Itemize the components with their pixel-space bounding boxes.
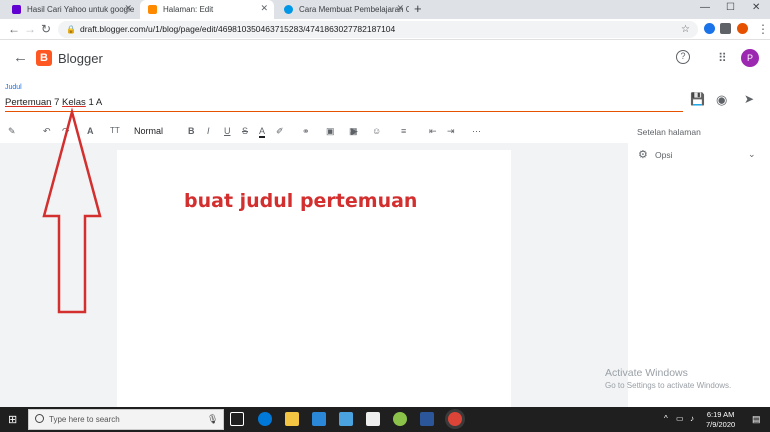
microphone-icon[interactable]: 🎙	[207, 414, 218, 425]
network-icon[interactable]: ▭	[676, 414, 684, 423]
app-icon[interactable]	[339, 412, 353, 426]
volume-icon[interactable]: ♪	[690, 414, 694, 423]
notification-icon[interactable]: ▤	[752, 414, 761, 425]
taskbar-search[interactable]: Type here to search 🎙	[28, 409, 224, 430]
gear-icon: ⚙	[638, 149, 648, 161]
task-view-icon[interactable]	[230, 412, 244, 426]
clock-time: 6:19 AM	[706, 410, 735, 419]
word-icon[interactable]	[420, 412, 434, 426]
app-icon[interactable]	[393, 412, 407, 426]
chrome-icon[interactable]	[448, 412, 462, 426]
panel-title: Setelan halaman	[637, 127, 701, 137]
system-clock[interactable]: 6:19 AM 7/9/2020	[706, 410, 735, 430]
search-placeholder: Type here to search	[49, 415, 120, 424]
watermark-title: Activate Windows	[605, 367, 688, 379]
options-toggle[interactable]: Opsi	[655, 150, 672, 160]
search-icon	[35, 414, 44, 423]
file-explorer-icon[interactable]	[285, 412, 299, 426]
windows-start-icon[interactable]: ⊞	[8, 413, 17, 426]
store-icon[interactable]	[312, 412, 326, 426]
tray-chevron-icon[interactable]: ^	[664, 414, 668, 423]
watermark-subtitle: Go to Settings to activate Windows.	[605, 381, 732, 390]
windows-taskbar: ⊞ Type here to search 🎙 ^ ▭ ♪ 6:19 AM 7/…	[0, 407, 770, 432]
chevron-down-icon[interactable]: ⌄	[748, 149, 756, 160]
clock-date: 7/9/2020	[706, 420, 736, 429]
media-icon[interactable]	[366, 412, 380, 426]
edge-icon[interactable]	[258, 412, 272, 426]
page-settings-panel: Setelan halaman ⚙ Opsi ⌄	[628, 121, 770, 407]
activate-windows-watermark: Activate Windows Go to Settings to activ…	[605, 367, 731, 390]
